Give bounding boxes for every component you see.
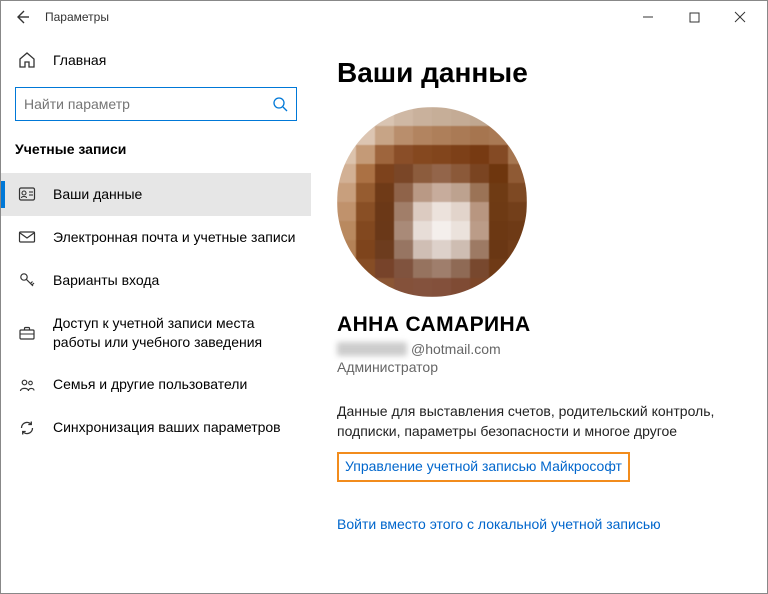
sidebar: Главная Учетные записи Ваши данные Э (1, 33, 311, 593)
sidebar-item-label: Варианты входа (53, 271, 299, 290)
minimize-icon (642, 11, 654, 23)
sidebar-item-your-info[interactable]: Ваши данные (1, 173, 311, 216)
sync-icon (17, 419, 37, 437)
home-icon (17, 51, 37, 69)
settings-window: Параметры Главная (0, 0, 768, 594)
search-box[interactable] (15, 87, 297, 121)
key-icon (17, 271, 37, 289)
window-controls (625, 1, 763, 33)
mail-icon (17, 228, 37, 246)
user-email: @hotmail.com (337, 341, 741, 357)
local-account-link[interactable]: Войти вместо этого с локальной учетной з… (337, 516, 661, 532)
email-local-blurred (337, 342, 407, 356)
sidebar-item-label: Ваши данные (53, 185, 299, 204)
email-domain: @hotmail.com (411, 341, 501, 357)
window-body: Главная Учетные записи Ваши данные Э (1, 33, 767, 593)
sidebar-item-sync[interactable]: Синхронизация ваших параметров (1, 406, 311, 449)
sidebar-category: Учетные записи (1, 135, 311, 173)
maximize-button[interactable] (671, 1, 717, 33)
page-title: Ваши данные (337, 57, 741, 89)
search-input[interactable] (24, 96, 272, 112)
sidebar-item-signin-options[interactable]: Варианты входа (1, 259, 311, 302)
sidebar-item-label: Электронная почта и учетные записи (53, 228, 299, 247)
home-label: Главная (53, 52, 106, 68)
manage-account-link[interactable]: Управление учетной записью Майкрософт (345, 458, 622, 474)
account-description: Данные для выставления счетов, родительс… (337, 401, 737, 442)
close-button[interactable] (717, 1, 763, 33)
avatar[interactable] (337, 107, 527, 297)
id-card-icon (17, 185, 37, 203)
sidebar-item-label: Семья и другие пользователи (53, 375, 299, 394)
user-name: АННА САМАРИНА (337, 313, 741, 337)
search-icon (272, 96, 288, 112)
close-icon (734, 11, 746, 23)
back-button[interactable] (5, 1, 39, 33)
titlebar: Параметры (1, 1, 767, 33)
content-pane: Ваши данные АННА САМАРИНА @hotmail.com А… (311, 33, 767, 593)
avatar-image (337, 107, 527, 297)
sidebar-item-label: Доступ к учетной записи места работы или… (53, 314, 299, 352)
manage-account-highlight: Управление учетной записью Майкрософт (337, 452, 630, 482)
sidebar-item-work-school[interactable]: Доступ к учетной записи места работы или… (1, 302, 311, 364)
briefcase-icon (17, 324, 37, 342)
user-role: Администратор (337, 359, 741, 375)
people-icon (17, 376, 37, 394)
sidebar-item-email-accounts[interactable]: Электронная почта и учетные записи (1, 216, 311, 259)
minimize-button[interactable] (625, 1, 671, 33)
window-title: Параметры (45, 10, 625, 24)
maximize-icon (689, 12, 700, 23)
sidebar-item-family[interactable]: Семья и другие пользователи (1, 363, 311, 406)
home-nav[interactable]: Главная (1, 43, 311, 77)
sidebar-item-label: Синхронизация ваших параметров (53, 418, 299, 437)
arrow-left-icon (14, 9, 30, 25)
